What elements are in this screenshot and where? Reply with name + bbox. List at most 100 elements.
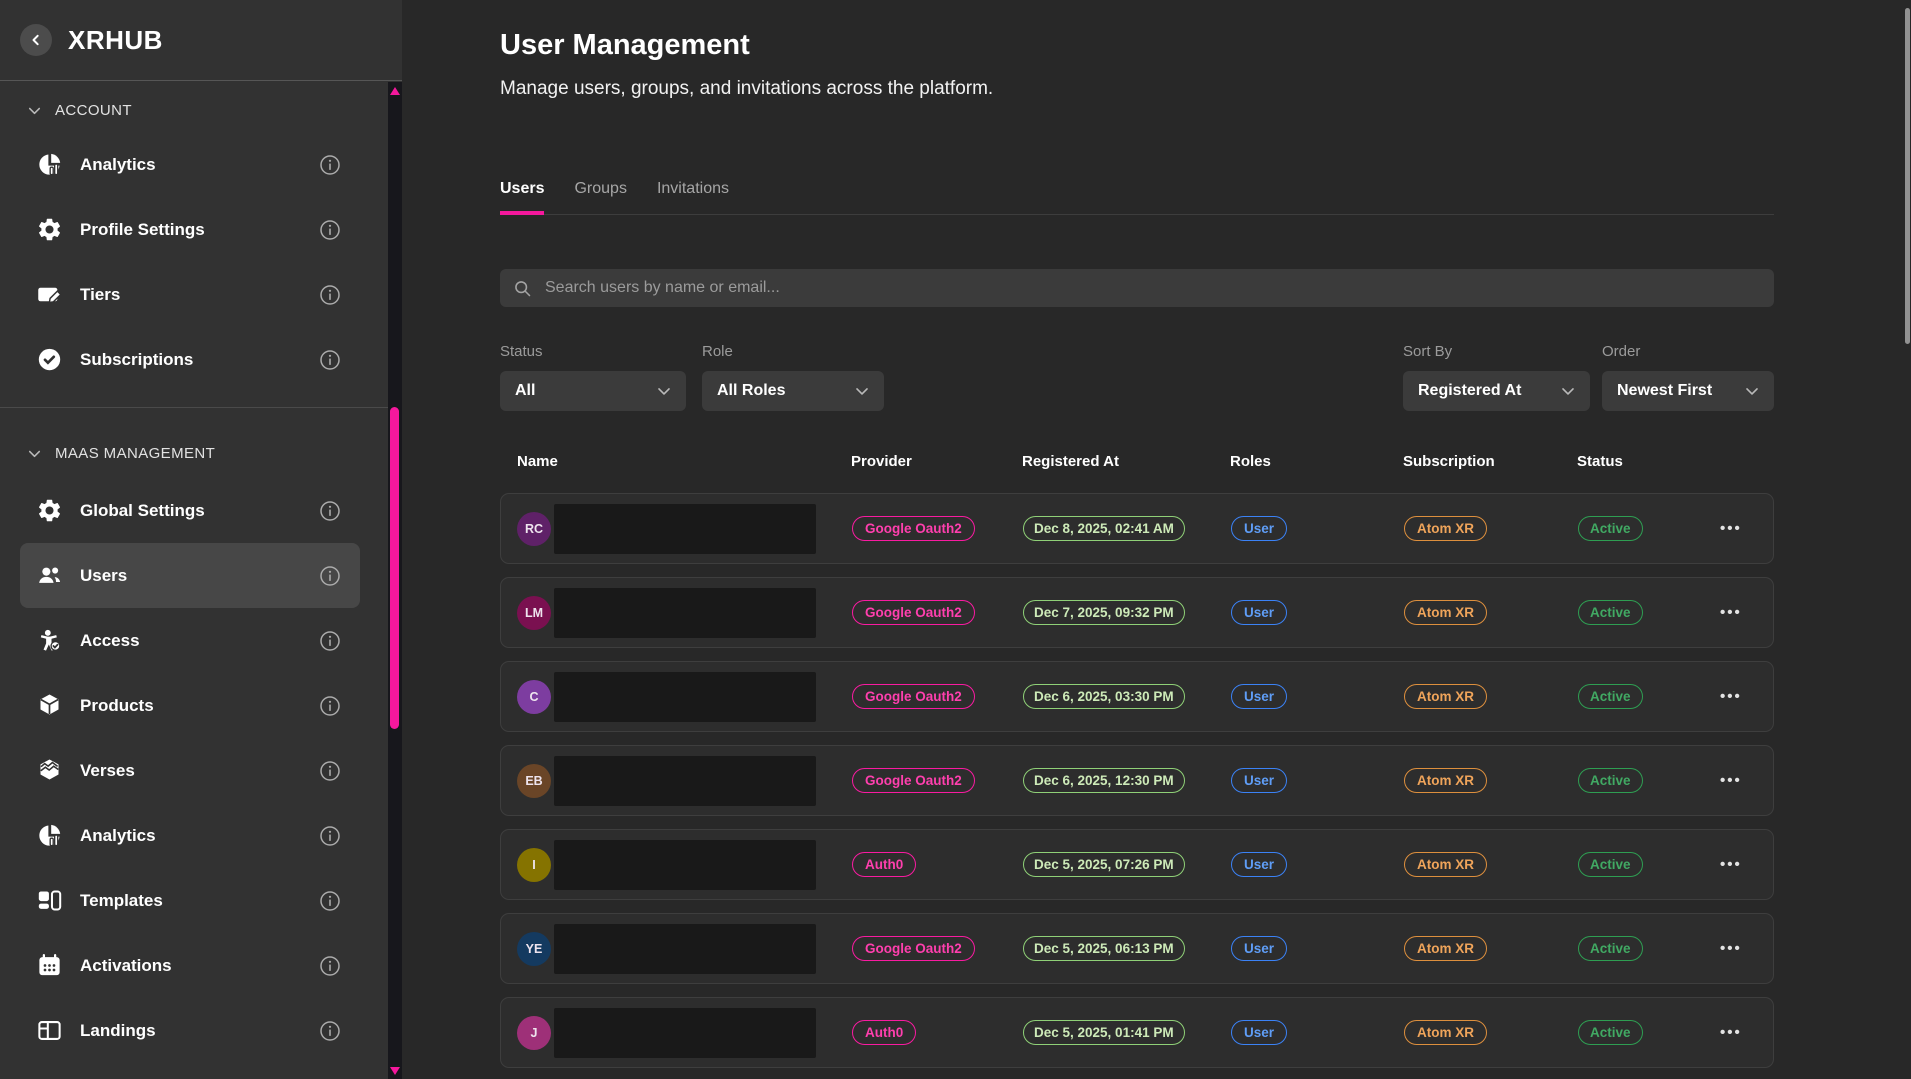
registered-at-badge: Dec 5, 2025, 06:13 PM — [1023, 936, 1185, 961]
back-chevron-icon — [26, 30, 46, 50]
info-icon[interactable] — [318, 499, 342, 523]
table-header: Name Provider Registered At Roles Subscr… — [500, 453, 1774, 471]
avatar: EB — [517, 764, 551, 798]
status-badge: Active — [1578, 852, 1643, 877]
redacted-name-box — [554, 672, 816, 722]
info-icon[interactable] — [318, 564, 342, 588]
sidebar-item[interactable]: Analytics — [20, 132, 360, 197]
tab[interactable]: Invitations — [657, 179, 729, 215]
subscription-badge: Atom XR — [1404, 768, 1487, 793]
pie-chart-icon — [36, 822, 63, 849]
filter-group-right: Sort By Registered At Order Newest First — [1403, 343, 1774, 411]
column-header-status: Status — [1560, 453, 1702, 471]
info-icon[interactable] — [318, 218, 342, 242]
status-badge: Active — [1578, 684, 1643, 709]
sidebar-item[interactable]: Profile Settings — [20, 197, 360, 262]
table-row: LM Google Oauth2 Dec 7, 2025, 09:32 PM U… — [500, 577, 1774, 648]
sidebar-item[interactable]: Analytics — [20, 803, 360, 868]
avatar: C — [517, 680, 551, 714]
sidebar-item[interactable]: Products — [20, 673, 360, 738]
row-menu-button[interactable]: ••• — [1703, 856, 1773, 873]
name-cell: LM — [501, 588, 835, 638]
table-row: EB Google Oauth2 Dec 6, 2025, 12:30 PM U… — [500, 745, 1774, 816]
info-icon[interactable] — [318, 824, 342, 848]
info-icon[interactable] — [318, 1019, 342, 1043]
row-menu-button[interactable]: ••• — [1703, 604, 1773, 621]
table-row: I Auth0 Dec 5, 2025, 07:26 PM User — [500, 829, 1774, 900]
subscription-badge: Atom XR — [1404, 852, 1487, 877]
redacted-name-box — [554, 924, 816, 974]
registered-at-badge: Dec 8, 2025, 02:41 AM — [1023, 516, 1185, 541]
templates-icon — [36, 887, 63, 914]
sidebar-item[interactable]: Tiers — [20, 262, 360, 327]
sidebar-scrollbar[interactable] — [388, 82, 402, 1079]
row-menu-button[interactable]: ••• — [1703, 1024, 1773, 1041]
sidebar-item[interactable]: Users — [20, 543, 360, 608]
info-icon[interactable] — [318, 283, 342, 307]
status-badge: Active — [1578, 936, 1643, 961]
info-icon[interactable] — [318, 629, 342, 653]
sidebar-item[interactable]: Verses — [20, 738, 360, 803]
info-icon[interactable] — [318, 759, 342, 783]
role-select[interactable]: All Roles — [702, 371, 884, 411]
registered-at-badge: Dec 6, 2025, 12:30 PM — [1023, 768, 1185, 793]
redacted-name-box — [554, 1008, 816, 1058]
info-icon[interactable] — [318, 153, 342, 177]
sidebar-item-label: Global Settings — [80, 501, 318, 521]
provider-badge: Google Oauth2 — [852, 516, 975, 541]
row-menu-button[interactable]: ••• — [1703, 688, 1773, 705]
cube-icon — [36, 692, 63, 719]
provider-badge: Google Oauth2 — [852, 936, 975, 961]
pie-chart-icon — [36, 151, 63, 178]
role-badge: User — [1231, 1020, 1287, 1045]
collapse-sidebar-button[interactable] — [20, 24, 52, 56]
sidebar-item[interactable]: Templates — [20, 868, 360, 933]
sort-by-select[interactable]: Registered At — [1403, 371, 1590, 411]
window-scrollbar[interactable] — [1903, 0, 1911, 1079]
scrollbar-up-arrow[interactable] — [390, 87, 400, 95]
account-items: Analytics Profile Settings Tiers — [0, 132, 388, 392]
chevron-down-icon — [25, 444, 44, 463]
avatar: RC — [517, 512, 551, 546]
scrollbar-thumb[interactable] — [390, 407, 399, 729]
search-input[interactable] — [543, 278, 1762, 298]
order-select[interactable]: Newest First — [1602, 371, 1774, 411]
main-panel: User Management Manage users, groups, an… — [402, 0, 1911, 1079]
sidebar-item[interactable]: Access — [20, 608, 360, 673]
subscription-badge: Atom XR — [1404, 1020, 1487, 1045]
table-row: RC Google Oauth2 Dec 8, 2025, 02:41 AM U… — [500, 493, 1774, 564]
sidebar-item-label: Analytics — [80, 826, 318, 846]
tab[interactable]: Users — [500, 179, 544, 215]
info-icon[interactable] — [318, 694, 342, 718]
info-icon[interactable] — [318, 889, 342, 913]
order-filter: Order Newest First — [1602, 343, 1774, 411]
sidebar-item-label: Landings — [80, 1021, 318, 1041]
info-icon[interactable] — [318, 954, 342, 978]
sidebar-nav: ACCOUNT Analytics Profile Settings — [0, 82, 388, 1079]
provider-badge: Google Oauth2 — [852, 684, 975, 709]
row-menu-button[interactable]: ••• — [1703, 772, 1773, 789]
verses-icon — [36, 757, 63, 784]
info-icon[interactable] — [318, 348, 342, 372]
chevron-down-icon — [852, 381, 872, 401]
sidebar-item[interactable]: Activations — [20, 933, 360, 998]
page-title: User Management — [500, 28, 1774, 62]
sidebar-item[interactable]: Global Settings — [20, 478, 360, 543]
scrollbar-down-arrow[interactable] — [390, 1067, 400, 1075]
row-menu-button[interactable]: ••• — [1703, 940, 1773, 957]
tab[interactable]: Groups — [574, 179, 626, 215]
layout-icon — [36, 1017, 63, 1044]
window-scrollbar-thumb[interactable] — [1905, 8, 1910, 344]
redacted-name-box — [554, 840, 816, 890]
section-header-account[interactable]: ACCOUNT — [0, 88, 388, 132]
calendar-icon — [36, 952, 63, 979]
sidebar-item[interactable]: Landings — [20, 998, 360, 1063]
section-header-maas-management[interactable]: MAAS MANAGEMENT — [0, 428, 388, 478]
row-menu-button[interactable]: ••• — [1703, 520, 1773, 537]
name-cell: RC — [501, 504, 835, 554]
sidebar-item[interactable]: Subscriptions — [20, 327, 360, 392]
table-row: C Google Oauth2 Dec 6, 2025, 03:30 PM Us… — [500, 661, 1774, 732]
name-cell: C — [501, 672, 835, 722]
status-select[interactable]: All — [500, 371, 686, 411]
subscription-badge: Atom XR — [1404, 936, 1487, 961]
